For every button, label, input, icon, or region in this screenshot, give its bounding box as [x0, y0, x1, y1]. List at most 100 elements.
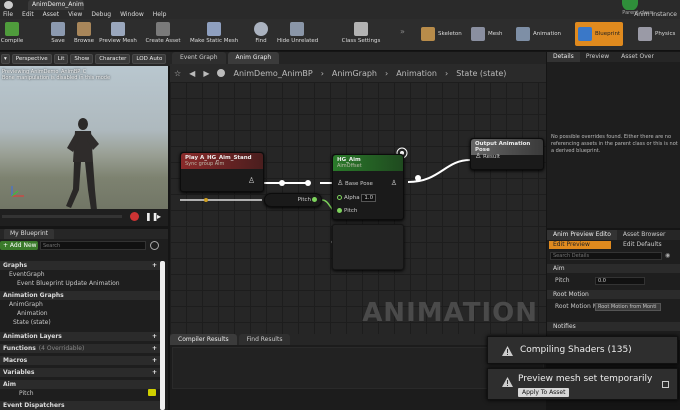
output-pose-node[interactable]: Output Animation Pose ♙ Result — [470, 138, 544, 170]
details-search-input[interactable] — [550, 252, 662, 260]
aim-output-pin[interactable]: ♙ — [391, 180, 397, 187]
result-pin[interactable]: ♙ Result — [475, 153, 500, 161]
browse-button[interactable]: Browse — [72, 21, 96, 49]
breadcrumb-animation[interactable]: Animation — [396, 69, 437, 78]
pitch-value-input[interactable] — [595, 277, 645, 285]
tab-anim-preview-editor[interactable]: Anim Preview Edito — [547, 230, 617, 240]
loop-icon[interactable]: ▸ — [157, 212, 161, 221]
tab-find-results[interactable]: Find Results — [238, 334, 291, 345]
back-arrow-icon[interactable]: ◀ — [189, 69, 195, 78]
menu-view[interactable]: View — [68, 10, 82, 19]
window-tab[interactable]: AnimDemo_Animi — [28, 0, 84, 10]
tab-anim-graph[interactable]: Anim Graph — [227, 52, 280, 64]
play-anim-node[interactable]: Play A_HG_Aim_Stand Sync group Aim ♙ — [180, 152, 264, 192]
warning-icon — [502, 346, 513, 356]
tree-item[interactable]: State (state) — [0, 318, 160, 327]
compile-button[interactable]: Compile — [0, 21, 24, 49]
alpha-pin[interactable]: Alpha 1.0 — [337, 194, 377, 202]
category-header[interactable]: Graphs + — [0, 261, 160, 270]
mode-physics[interactable]: Physics — [635, 22, 678, 46]
breadcrumb-anim-bp[interactable]: AnimDemo_AnimBP — [233, 69, 312, 78]
pitch-output-pin[interactable] — [312, 197, 319, 204]
my-blueprint-scrollbar[interactable] — [160, 261, 165, 410]
mode-animation[interactable]: Animation — [513, 22, 564, 46]
perspective-button[interactable]: Perspective — [11, 54, 52, 64]
tab-preview[interactable]: Preview — [580, 52, 615, 62]
tree-item[interactable]: Pitch — [0, 389, 160, 398]
menu-bar: File Edit Asset View Debug Window Help — [0, 10, 680, 19]
find-button[interactable]: Find — [250, 21, 272, 49]
character-button[interactable]: Character — [95, 54, 131, 64]
view-options-icon[interactable]: ◉ — [665, 252, 670, 259]
mode-mesh[interactable]: Mesh — [468, 22, 505, 46]
add-icon[interactable]: + — [152, 344, 157, 353]
pitch-input-pin[interactable]: Pitch — [337, 208, 357, 215]
my-blueprint-search-input[interactable] — [40, 241, 146, 250]
category-header[interactable]: Functions (4 Overridable) + — [0, 344, 160, 353]
tab-asset-browser[interactable]: Asset Browser — [617, 230, 672, 240]
hide-unrelated-button[interactable]: Hide Unrelated — [277, 21, 318, 49]
record-icon[interactable] — [130, 212, 139, 221]
edit-preview-button[interactable]: Edit Preview — [549, 241, 611, 249]
viewport-menu-icon[interactable]: ▾ — [1, 54, 10, 64]
forward-arrow-icon[interactable]: ▶ — [203, 69, 209, 78]
menu-edit[interactable]: Edit — [22, 10, 34, 19]
menu-asset[interactable]: Asset — [43, 10, 59, 19]
lit-button[interactable]: Lit — [53, 54, 69, 64]
make-static-mesh-button[interactable]: Make Static Mesh — [190, 21, 238, 49]
category-header[interactable]: Animation Layers + — [0, 332, 160, 341]
category-header[interactable]: Animation Graphs — [0, 291, 160, 300]
add-new-button[interactable]: + Add New — [0, 241, 38, 250]
save-button[interactable]: Save — [46, 21, 70, 49]
pose-output-pin[interactable]: ♙ — [248, 177, 255, 185]
anim-graph-canvas[interactable]: Play A_HG_Aim_Stand Sync group Aim ♙ Pit… — [170, 82, 546, 334]
notifies-section[interactable]: Notifies — [547, 322, 680, 331]
preview-viewport[interactable]: Previewing AnimDemo_AnimBP_C Bone manipu… — [0, 66, 168, 226]
lod-button[interactable]: LOD Auto — [132, 54, 167, 64]
add-icon[interactable]: + — [152, 368, 157, 377]
root-motion-section[interactable]: Root Motion — [547, 290, 680, 299]
my-blueprint-tab[interactable]: My Blueprint — [4, 229, 55, 239]
category-header[interactable]: Event Dispatchers — [0, 401, 160, 410]
alpha-value-field[interactable]: 1.0 — [361, 194, 377, 202]
menu-debug[interactable]: Debug — [91, 10, 111, 19]
tab-details[interactable]: Details — [547, 52, 580, 62]
tab-event-graph[interactable]: Event Graph — [172, 52, 226, 64]
mode-skeleton[interactable]: Skeleton — [418, 22, 465, 46]
menu-help[interactable]: Help — [153, 10, 167, 19]
timeline-track[interactable] — [2, 215, 122, 218]
double-chevron-icon[interactable]: » — [400, 27, 405, 36]
preview-mesh-button[interactable]: Preview Mesh — [98, 21, 138, 49]
menu-file[interactable]: File — [3, 10, 13, 19]
menu-window[interactable]: Window — [120, 10, 144, 19]
breadcrumb-state[interactable]: State (state) — [456, 69, 506, 78]
tree-item[interactable]: AnimGraph — [0, 300, 160, 309]
base-pose-pin[interactable]: ♙ Base Pose — [337, 180, 373, 188]
add-icon[interactable]: + — [152, 356, 157, 365]
tree-item[interactable]: Event Blueprint Update Animation — [0, 279, 160, 288]
category-header[interactable]: Variables + — [0, 368, 160, 377]
class-settings-button[interactable]: Class Settings — [340, 21, 382, 49]
aim-offset-node[interactable]: HG_Aim AimOffset ♙ Base Pose Alpha 1.0 P… — [332, 154, 404, 220]
empty-node[interactable] — [332, 224, 404, 270]
breadcrumb-anim-graph[interactable]: AnimGraph — [332, 69, 377, 78]
mode-blueprint[interactable]: Blueprint — [575, 22, 624, 46]
aim-section[interactable]: Aim — [547, 264, 680, 273]
category-header[interactable]: Aim — [0, 380, 160, 389]
add-icon[interactable]: + — [152, 332, 157, 341]
close-toast-icon[interactable] — [662, 381, 669, 388]
apply-to-asset-button[interactable]: Apply To Asset — [518, 388, 570, 397]
tab-compiler-results[interactable]: Compiler Results — [170, 334, 237, 345]
show-button[interactable]: Show — [70, 54, 94, 64]
star-icon[interactable]: ☆ — [174, 69, 181, 78]
root-motion-dropdown[interactable]: Root Motion from Monti — [595, 303, 661, 311]
tab-asset-override[interactable]: Asset Over — [615, 52, 660, 62]
visibility-icon[interactable] — [150, 241, 159, 250]
add-icon[interactable]: + — [152, 261, 157, 270]
create-asset-button[interactable]: Create Asset — [145, 21, 181, 49]
category-header[interactable]: Macros + — [0, 356, 160, 365]
tree-item[interactable]: EventGraph — [0, 270, 160, 279]
pitch-getter-node[interactable]: Pitch — [264, 193, 322, 207]
tree-item[interactable]: Animation — [0, 309, 160, 318]
edit-defaults-button[interactable]: Edit Defaults — [615, 241, 675, 249]
